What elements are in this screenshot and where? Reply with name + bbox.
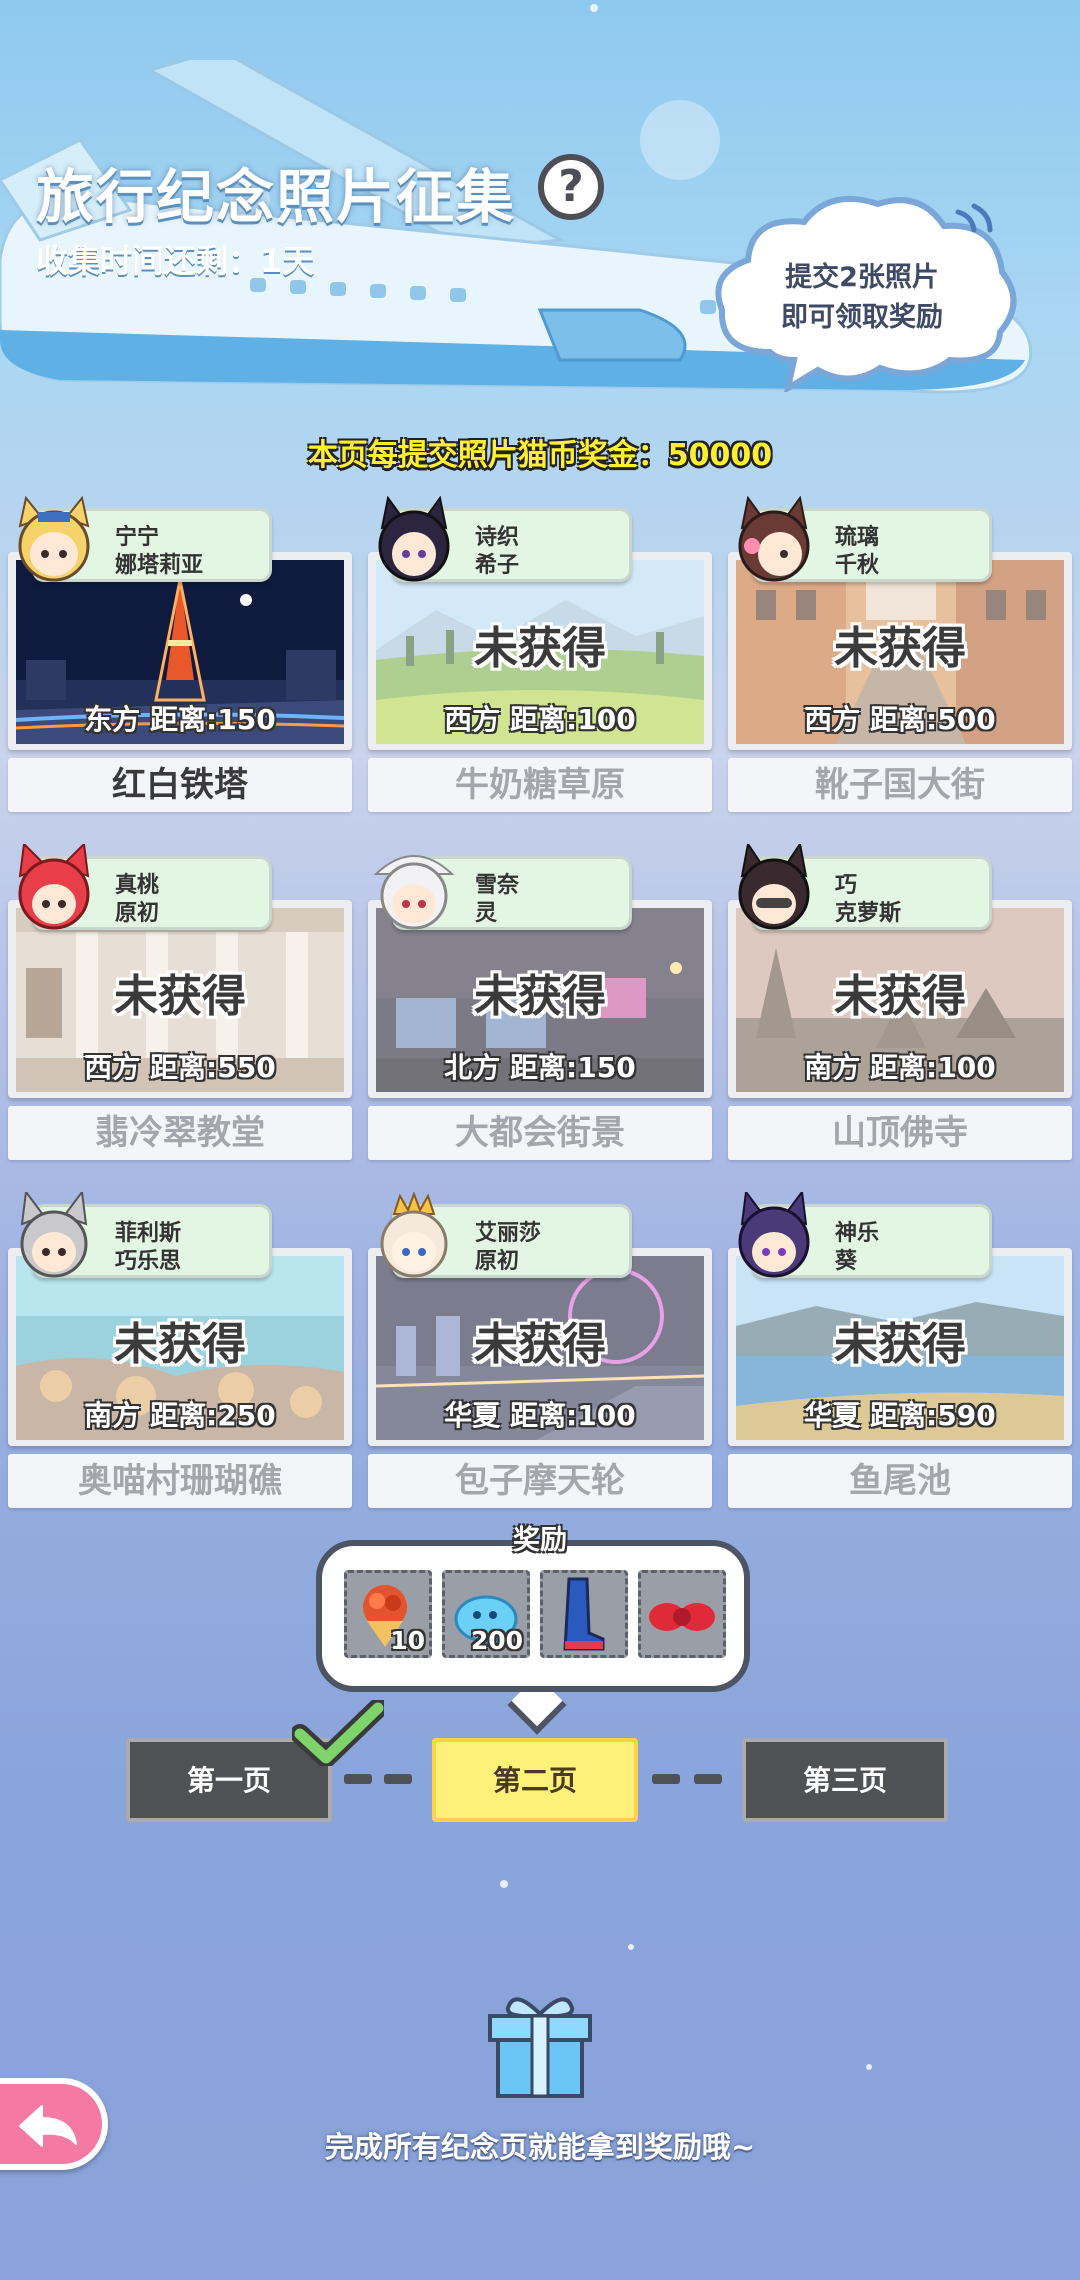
card-name: 牛奶糖草原 [368,758,712,812]
character-avatar [738,496,810,582]
time-remaining: 收集时间还剩：1天 [36,242,315,280]
photo-card[interactable]: 未获得 华夏 距离:100 包子摩天轮 艾丽莎 原初 [368,1192,712,1508]
distance-label: 东方 距离:150 [84,703,276,736]
check-icon [292,1700,384,1766]
page-title: 旅行纪念照片征集 [36,163,517,231]
card-name: 山顶佛寺 [728,1106,1072,1160]
character-avatar [738,1192,810,1278]
character-name-2: 希子 [475,553,520,578]
page-connector [652,1774,680,1784]
sparkle [866,2064,872,2070]
bonus-text: 本页每提交照片猫币奖金：50000 [307,438,773,473]
not-obtained-label: 未获得 [474,623,606,674]
card-name: 红白铁塔 [8,758,352,812]
gift-hint-text: 完成所有纪念页就能拿到奖励哦~ [324,2130,756,2164]
character-avatar [738,844,810,930]
character-avatar [20,1192,88,1278]
character-name-2: 娜塔莉亚 [115,553,204,578]
distance-label: 西方 距离:100 [444,703,636,736]
not-obtained-label: 未获得 [114,971,246,1022]
photo-card[interactable]: 未获得 西方 距离:550 翡冷翠教堂 真桃 原初 [8,844,352,1160]
photo-card[interactable]: 未获得 西方 距离:100 牛奶糖草原 诗织 希子 [368,496,712,812]
reward-count: 200 [470,1626,523,1655]
photo-card[interactable]: 未获得 南方 距离:100 山顶佛寺 巧 克萝斯 [728,844,1072,1160]
photo-card[interactable]: 未获得 西方 距离:500 靴子国大街 琉璃 千秋 [728,496,1072,812]
boots-icon [563,1577,605,1651]
distance-label: 西方 距离:550 [84,1051,276,1084]
card-name: 翡冷翠教堂 [8,1106,352,1160]
distance-label: 华夏 距离:590 [804,1399,996,1432]
not-obtained-label: 未获得 [834,971,966,1022]
card-name: 奥喵村珊瑚礁 [8,1454,352,1508]
photo-card[interactable]: 东方 距离:150 红白铁塔 宁宁 娜塔莉亚 [8,496,352,812]
page-connector [344,1774,372,1784]
character-name-2: 原初 [475,1249,520,1274]
not-obtained-label: 未获得 [834,1319,966,1370]
character-avatar [373,855,455,930]
character-name-2: 巧乐思 [115,1249,182,1274]
character-name-2: 原初 [115,901,160,926]
photo-card[interactable]: 未获得 南方 距离:250 奥喵村珊瑚礁 菲利斯 巧乐思 [8,1192,352,1508]
character-avatar [18,844,90,930]
card-name: 包子摩天轮 [368,1454,712,1508]
page-3-button[interactable]: 第三页 [742,1738,948,1822]
back-button[interactable] [0,2078,108,2170]
character-avatar [380,1192,448,1278]
distance-label: 西方 距离:500 [804,703,996,736]
hint-line-1: 提交2张照片 [785,262,939,293]
hint-text: 提交2张照片 即可领取奖励 [714,258,1010,338]
photo-card[interactable]: 未获得 北方 距离:150 大都会街景 雪奈 灵 [368,855,712,1160]
not-obtained-label: 未获得 [474,971,606,1022]
not-obtained-label: 未获得 [114,1319,246,1370]
card-name: 鱼尾池 [728,1454,1072,1508]
reward-slot[interactable]: 10 [344,1570,432,1658]
not-obtained-label: 未获得 [834,623,966,674]
card-name: 大都会街景 [368,1106,712,1160]
reward-count: 10 [390,1626,425,1655]
sparkle [500,1880,508,1888]
distance-label: 北方 距离:150 [444,1051,636,1084]
back-arrow-icon [19,2105,77,2147]
not-obtained-label: 未获得 [474,1319,606,1370]
character-avatar [378,496,450,582]
reward-slot[interactable]: 200 [442,1570,530,1658]
help-button[interactable]: ? [538,154,604,220]
photo-card[interactable]: 未获得 华夏 距离:590 鱼尾池 神乐 葵 [728,1192,1072,1508]
character-name-2: 葵 [835,1249,858,1274]
character-avatar [18,496,90,582]
character-name-2: 灵 [475,901,498,926]
page-connector [694,1774,722,1784]
red-bow-icon [649,1603,715,1631]
distance-label: 南方 距离:100 [804,1051,996,1084]
distance-label: 南方 距离:250 [84,1399,276,1432]
sparkle [628,1944,634,1950]
page-2-button[interactable]: 第二页 [432,1738,638,1822]
hint-line-2: 即可领取奖励 [781,302,943,333]
reward-slot[interactable] [638,1570,726,1658]
reward-label: 奖励 [513,1525,567,1556]
distance-label: 华夏 距离:100 [444,1399,636,1432]
card-name: 靴子国大街 [728,758,1072,812]
reward-slot[interactable] [540,1570,628,1658]
sparkle [590,4,598,12]
character-name-2: 千秋 [835,553,880,578]
character-name-2: 克萝斯 [835,901,902,926]
page-connector [384,1774,412,1784]
gift-box-icon[interactable] [484,1988,596,2100]
